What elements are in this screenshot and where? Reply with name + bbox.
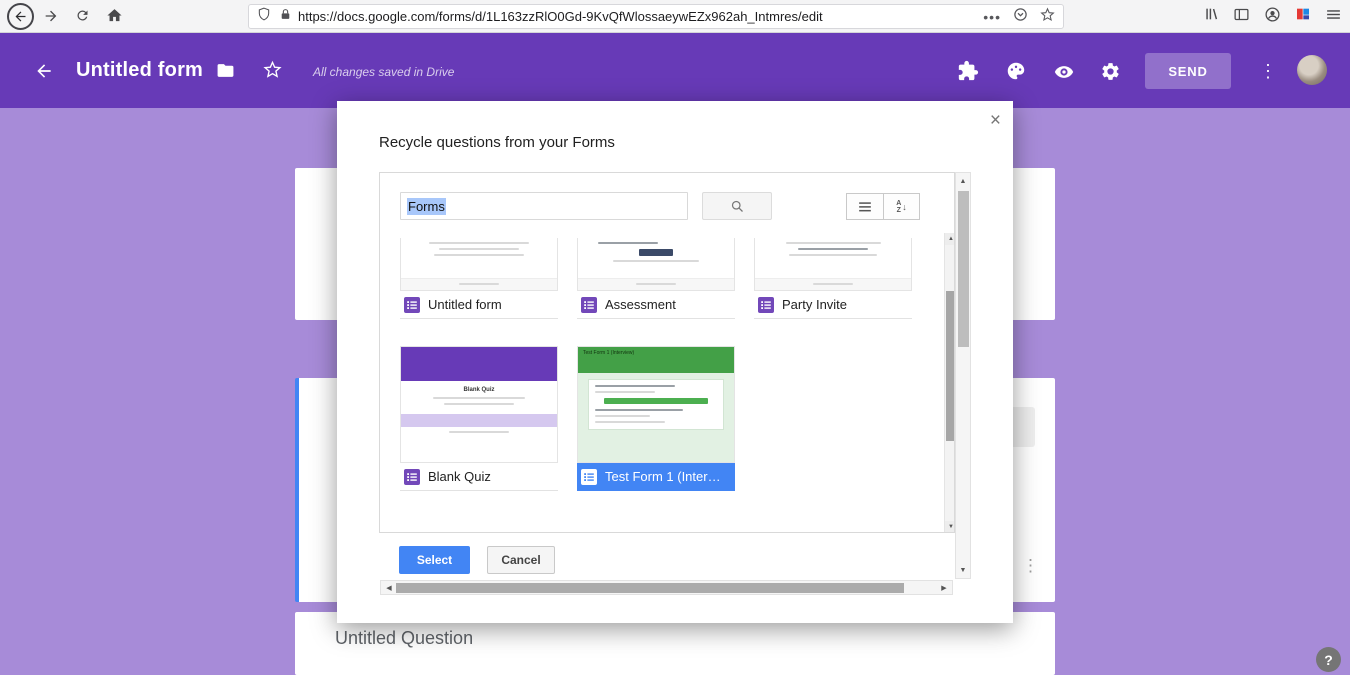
browser-right-icons bbox=[1203, 0, 1342, 33]
select-button[interactable]: Select bbox=[399, 546, 470, 574]
page-actions-icon[interactable]: ••• bbox=[983, 9, 1001, 25]
user-avatar[interactable] bbox=[1297, 55, 1327, 85]
dialog-vertical-scrollbar[interactable]: ▲ ▼ bbox=[955, 172, 971, 579]
forms-grid: Untitled form Assessment bbox=[380, 233, 942, 533]
list-view-button[interactable] bbox=[846, 193, 883, 220]
form-thumbnail: Test Form 1 (Interview) bbox=[577, 346, 735, 463]
addons-puzzle-icon[interactable] bbox=[957, 60, 979, 82]
scrollbar-thumb[interactable] bbox=[396, 583, 904, 593]
dialog-close-icon[interactable]: × bbox=[990, 111, 1001, 130]
forms-file-icon bbox=[404, 297, 420, 313]
dialog-title: Recycle questions from your Forms bbox=[379, 134, 615, 151]
lock-icon[interactable] bbox=[279, 8, 292, 26]
browser-forward-button[interactable] bbox=[43, 8, 59, 24]
browser-back-button[interactable] bbox=[7, 3, 34, 30]
scroll-up-icon[interactable]: ▲ bbox=[956, 174, 970, 188]
bookmark-star-icon[interactable] bbox=[1040, 7, 1055, 27]
library-icon[interactable] bbox=[1203, 6, 1219, 27]
settings-gear-icon[interactable] bbox=[1100, 61, 1121, 82]
forms-file-icon bbox=[581, 297, 597, 313]
form-tile-label: Untitled form bbox=[428, 297, 502, 312]
scroll-down-icon[interactable]: ▼ bbox=[945, 521, 955, 533]
scroll-up-icon[interactable]: ▲ bbox=[945, 233, 955, 245]
arrow-left-icon bbox=[13, 9, 28, 24]
forms-picker: Forms AZ ↓ bbox=[379, 172, 955, 533]
refresh-icon bbox=[75, 8, 90, 23]
form-tile-label: Test Form 1 (Inter… bbox=[605, 469, 721, 484]
arrow-left-icon bbox=[34, 61, 54, 81]
arrow-right-icon bbox=[43, 8, 59, 24]
search-input-value: Forms bbox=[407, 198, 446, 215]
url-bar[interactable]: https://docs.google.com/forms/d/1L163zzR… bbox=[248, 4, 1064, 29]
forms-file-icon bbox=[404, 469, 420, 485]
tracking-shield-icon[interactable] bbox=[257, 7, 271, 26]
scroll-left-icon[interactable]: ◀ bbox=[382, 581, 396, 594]
form-thumbnail bbox=[400, 238, 558, 291]
dialog-horizontal-scrollbar[interactable]: ◀ ▶ bbox=[380, 580, 953, 595]
form-tile-assessment[interactable]: Assessment bbox=[577, 238, 735, 319]
back-to-forms-button[interactable] bbox=[34, 61, 54, 81]
forms-file-icon bbox=[581, 469, 597, 485]
help-button[interactable]: ? bbox=[1316, 647, 1341, 672]
form-tile-label: Party Invite bbox=[782, 297, 847, 312]
question-title-field[interactable]: Untitled Question bbox=[335, 628, 473, 649]
menu-hamburger-icon[interactable] bbox=[1325, 6, 1342, 28]
move-folder-icon[interactable] bbox=[216, 61, 235, 80]
extension-icon[interactable] bbox=[1295, 6, 1311, 27]
url-text[interactable]: https://docs.google.com/forms/d/1L163zzR… bbox=[298, 9, 983, 24]
grid-scrollbar[interactable]: ▲ ▼ bbox=[944, 233, 955, 533]
star-form-icon[interactable] bbox=[263, 60, 282, 79]
scroll-down-icon[interactable]: ▼ bbox=[956, 563, 970, 577]
browser-home-button[interactable] bbox=[106, 7, 123, 24]
save-status-text: All changes saved in Drive bbox=[313, 65, 454, 79]
search-icon bbox=[730, 199, 745, 214]
cancel-button[interactable]: Cancel bbox=[487, 546, 555, 574]
search-button[interactable] bbox=[702, 192, 772, 220]
more-options-icon[interactable]: ⋮ bbox=[1259, 61, 1277, 82]
scrollbar-thumb[interactable] bbox=[958, 191, 969, 347]
question-more-options-icon[interactable]: ⋮ bbox=[1022, 556, 1039, 576]
recycle-questions-dialog: × Recycle questions from your Forms Form… bbox=[337, 101, 1013, 623]
home-icon bbox=[106, 7, 123, 24]
form-tile-label: Assessment bbox=[605, 297, 676, 312]
sort-az-icon: AZ bbox=[896, 200, 901, 214]
form-tile-test-form-1[interactable]: Test Form 1 (Interview) bbox=[577, 346, 735, 491]
form-tile-party-invite[interactable]: Party Invite bbox=[754, 238, 912, 319]
form-thumbnail: Blank Quiz bbox=[400, 346, 558, 463]
theme-palette-icon[interactable] bbox=[1005, 60, 1027, 82]
browser-toolbar: https://docs.google.com/forms/d/1L163zzR… bbox=[0, 0, 1350, 33]
send-button[interactable]: SEND bbox=[1145, 53, 1231, 89]
forms-file-icon bbox=[758, 297, 774, 313]
form-tile-label: Blank Quiz bbox=[428, 469, 491, 484]
scrollbar-thumb[interactable] bbox=[946, 291, 955, 441]
screen: https://docs.google.com/forms/d/1L163zzR… bbox=[0, 0, 1350, 675]
sort-az-button[interactable]: AZ ↓ bbox=[883, 193, 920, 220]
browser-refresh-button[interactable] bbox=[75, 8, 90, 23]
scroll-right-icon[interactable]: ▶ bbox=[937, 581, 951, 594]
list-view-icon bbox=[858, 201, 872, 213]
search-input[interactable]: Forms bbox=[400, 192, 688, 220]
account-icon[interactable] bbox=[1264, 6, 1281, 28]
form-thumbnail bbox=[577, 238, 735, 291]
pocket-icon[interactable] bbox=[1013, 7, 1028, 27]
form-title[interactable]: Untitled form bbox=[76, 59, 203, 82]
form-thumbnail bbox=[754, 238, 912, 291]
form-tile-untitled-form[interactable]: Untitled form bbox=[400, 238, 558, 319]
preview-eye-icon[interactable] bbox=[1052, 62, 1076, 82]
selected-tile-label: Test Form 1 (Inter… bbox=[577, 463, 735, 491]
form-tile-blank-quiz[interactable]: Blank Quiz Blank Quiz bbox=[400, 346, 558, 491]
sidebar-icon[interactable] bbox=[1233, 6, 1250, 28]
forms-app-header: Untitled form All changes saved in Drive… bbox=[0, 33, 1350, 108]
